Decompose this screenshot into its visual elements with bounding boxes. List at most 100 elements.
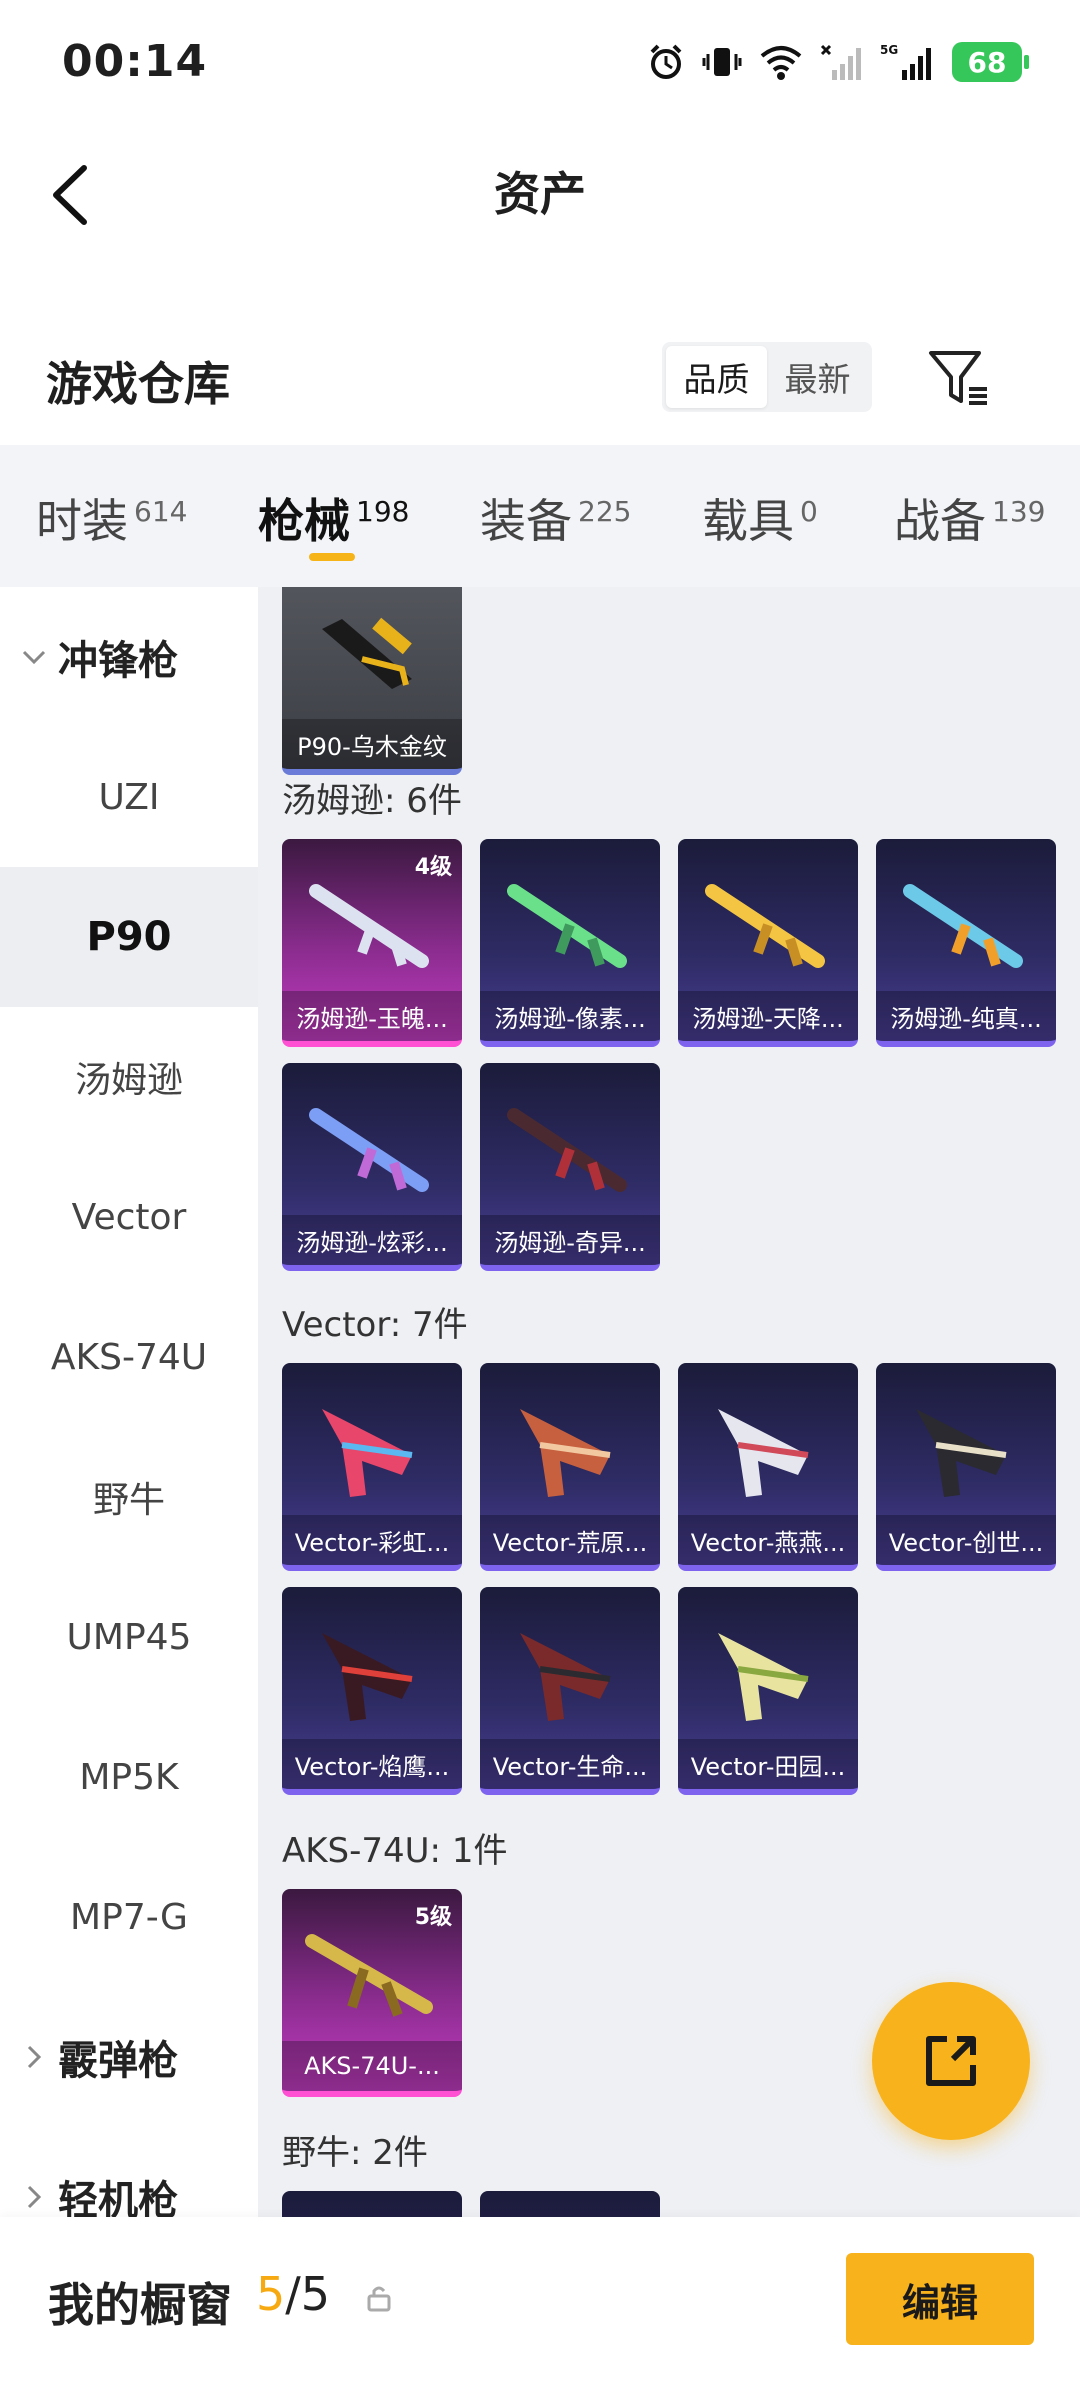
item-card-label: Vector-田园... (678, 1739, 858, 1789)
tab-label: 装备 (480, 494, 572, 548)
sidebar-item-mp5k[interactable]: MP5K (0, 1707, 258, 1847)
battery-icon: 68 (952, 42, 1029, 82)
item-card[interactable]: Vector-生命... (480, 1587, 660, 1795)
item-card[interactable]: 4级 汤姆逊-玉魄... (282, 839, 462, 1047)
item-card[interactable]: Vector-田园... (678, 1587, 858, 1795)
tab-count: 225 (578, 494, 632, 528)
item-card-label: Vector-燕燕... (678, 1515, 858, 1565)
group-title-bizon: 野牛: 2件 (282, 2133, 428, 2173)
thompson-icon (309, 1108, 429, 1192)
vector-icon (520, 1633, 611, 1721)
item-card[interactable]: 5级 AKS-74U-... (282, 1889, 462, 2097)
thompson-icon (507, 884, 627, 968)
tab-fashion[interactable]: 时装 614 (36, 485, 187, 551)
item-card-label: Vector-焰鹰... (282, 1739, 462, 1789)
tab-count: 198 (356, 494, 410, 528)
p90-icon (322, 617, 412, 689)
item-card-label: 汤姆逊-像素... (480, 991, 660, 1041)
item-card-label: Vector-彩虹... (282, 1515, 462, 1565)
chevron-right-icon (27, 2185, 42, 2209)
group-title-aks74u: AKS-74U: 1件 (282, 1831, 508, 1871)
status-time: 00:14 (62, 36, 208, 87)
signal-5g-icon: 5G (880, 43, 931, 80)
item-card-label: P90-乌木金纹 (282, 719, 462, 769)
filter-button[interactable] (925, 345, 991, 411)
sidebar-group-label: 冲锋枪 (58, 638, 178, 684)
sidebar-group-lmg[interactable]: 轻机枪 (0, 2127, 258, 2217)
item-card[interactable]: Vector-创世... (876, 1363, 1056, 1571)
sidebar-item-bizon[interactable]: 野牛 (0, 1427, 258, 1567)
group-title-thompson: 汤姆逊: 6件 (282, 781, 462, 821)
item-card-label: 汤姆逊-奇异... (480, 1215, 660, 1265)
vector-icon (916, 1409, 1007, 1497)
weapon-type-sidebar: 冲锋枪 UZI P90 汤姆逊 Vector AKS-74U 野牛 UMP45 … (0, 587, 258, 2217)
status-icons: 5G 68 (646, 40, 1029, 84)
tab-firearms[interactable]: 枪械 198 (258, 485, 409, 551)
sidebar-item-thompson[interactable]: 汤姆逊 (0, 1007, 258, 1147)
battery-level: 68 (967, 45, 1007, 79)
section-title: 游戏仓库 (46, 357, 230, 411)
group-title-vector: Vector: 7件 (282, 1305, 468, 1345)
thompson-icon (507, 1108, 627, 1192)
item-card[interactable]: 汤姆逊-天降... (678, 839, 858, 1047)
sidebar-item-ump45[interactable]: UMP45 (0, 1567, 258, 1707)
item-card[interactable]: 汤姆逊-奇异... (480, 1063, 660, 1271)
item-card[interactable]: 汤姆逊-炫彩... (282, 1063, 462, 1271)
sort-latest-button[interactable]: 最新 (767, 346, 868, 408)
sidebar-group-smg[interactable]: 冲锋枪 (0, 587, 258, 727)
sidebar-group-label: 霰弹枪 (58, 2038, 178, 2084)
item-card-label: Vector-创世... (876, 1515, 1056, 1565)
item-card-label: 汤姆逊-玉魄... (282, 991, 462, 1041)
item-card[interactable]: 汤姆逊-像素... (480, 839, 660, 1047)
sort-quality-button[interactable]: 品质 (666, 346, 767, 408)
tab-count: 614 (134, 494, 188, 528)
sidebar-group-label: 轻机枪 (58, 2178, 178, 2217)
share-icon (926, 2036, 976, 2086)
item-grid: P90-乌木金纹 汤姆逊: 6件 4级 汤姆逊-玉魄... 汤姆逊-像素... … (258, 587, 1080, 2217)
share-button[interactable] (872, 1982, 1030, 2140)
edit-button[interactable]: 编辑 (846, 2253, 1034, 2345)
sort-toggle: 品质 最新 (662, 342, 872, 412)
chevron-down-icon (22, 650, 46, 665)
svg-text:5G: 5G (880, 43, 898, 57)
showcase-count: 5/5 (256, 2267, 330, 2321)
wifi-icon (760, 46, 802, 80)
filter-icon (929, 351, 987, 405)
aks74u-icon (305, 1934, 433, 2017)
item-card[interactable]: Vector-燕燕... (678, 1363, 858, 1571)
sidebar-item-aks74u[interactable]: AKS-74U (0, 1287, 258, 1427)
sidebar-item-uzi[interactable]: UZI (0, 727, 258, 867)
thompson-icon (309, 884, 429, 968)
status-bar: 00:14 5G 68 (0, 0, 1080, 130)
item-card-label: Vector-荒原... (480, 1515, 660, 1565)
tab-supplies[interactable]: 战备 139 (894, 485, 1045, 551)
item-card[interactable]: Vector-焰鹰... (282, 1587, 462, 1795)
page-title: 资产 (494, 167, 586, 221)
tab-equipment[interactable]: 装备 225 (480, 485, 631, 551)
item-card[interactable] (480, 2191, 660, 2217)
item-card[interactable]: Vector-彩虹... (282, 1363, 462, 1571)
tab-label: 时装 (36, 494, 128, 548)
item-card[interactable] (282, 2191, 462, 2217)
tab-vehicles[interactable]: 载具 0 (702, 485, 818, 551)
showcase-bar: 我的橱窗 5/5 编辑 (0, 2217, 1080, 2382)
tab-count: 139 (992, 494, 1046, 528)
tab-label: 战备 (894, 494, 986, 548)
showcase-total: 5 (300, 2267, 331, 2321)
tab-label: 载具 (702, 494, 794, 548)
thompson-icon (903, 884, 1023, 968)
sidebar-item-vector[interactable]: Vector (0, 1147, 258, 1287)
active-tab-indicator (309, 553, 355, 561)
sidebar-item-mp7g[interactable]: MP7-G (0, 1847, 258, 1987)
sidebar-group-shotgun[interactable]: 霰弹枪 (0, 1987, 258, 2127)
item-card-label: 汤姆逊-纯真... (876, 991, 1056, 1041)
item-card[interactable]: 汤姆逊-纯真... (876, 839, 1056, 1047)
lock-icon (367, 2286, 391, 2312)
sidebar-item-p90[interactable]: P90 (0, 867, 258, 1007)
tab-label: 枪械 (258, 494, 350, 548)
vector-icon (322, 1633, 413, 1721)
item-card-label: 汤姆逊-天降... (678, 991, 858, 1041)
item-card[interactable]: Vector-荒原... (480, 1363, 660, 1571)
tab-count: 0 (800, 494, 818, 528)
item-card[interactable]: P90-乌木金纹 (282, 587, 462, 775)
